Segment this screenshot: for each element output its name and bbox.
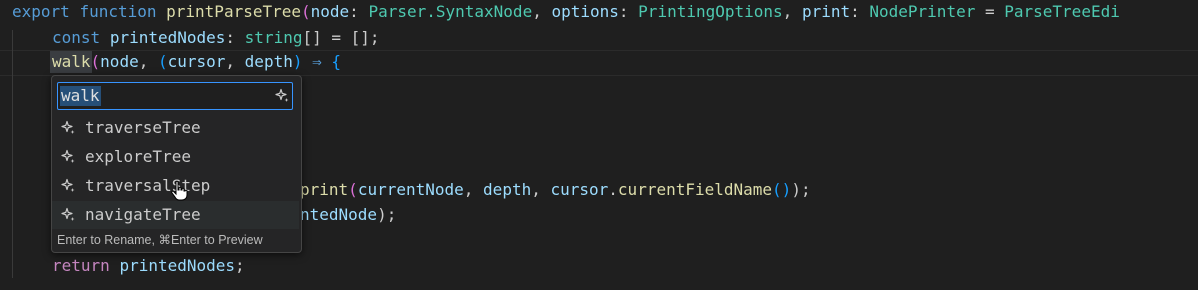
sparkle-icon — [61, 120, 75, 134]
colon: : — [850, 2, 870, 21]
suggestion-label: exploreTree — [85, 147, 191, 166]
colon: : — [225, 28, 245, 47]
comma: , — [532, 2, 552, 21]
rename-hint: Enter to Rename, ⌘Enter to Preview — [57, 233, 263, 247]
type-printingoptions: PrintingOptions — [638, 2, 783, 21]
suggestion-label: traversalStep — [85, 176, 211, 195]
variable-printednodes: printedNodes — [109, 28, 226, 47]
sparkle-icon — [61, 178, 75, 192]
equals: = — [975, 2, 1005, 21]
type-syntaxnode: Parser.SyntaxNode — [368, 2, 533, 21]
paren: ( — [157, 52, 168, 71]
param-options: options — [551, 2, 619, 21]
code-line-6[interactable]: print(currentNode, depth, cursor.current… — [300, 178, 811, 202]
comma: , — [531, 180, 551, 199]
rename-suggestion[interactable]: traverseTree — [52, 114, 299, 142]
dot: . — [608, 180, 618, 199]
variable-printednodes: printedNodes — [119, 256, 236, 275]
paren: ( — [90, 52, 101, 71]
code-line-1[interactable]: export function printParseTree(node: Par… — [12, 0, 1120, 24]
default-value: ParseTreeEdi — [1004, 2, 1120, 21]
suggestion-label: navigateTree — [85, 205, 201, 224]
code-line-7[interactable]: ntedNode); — [300, 203, 396, 227]
rename-input-value[interactable]: walk — [60, 86, 101, 106]
keyword-const: const — [52, 28, 101, 47]
array-init: [] = []; — [302, 28, 380, 47]
code-line-3[interactable]: walk(node, (cursor, depth) ⇒ { — [52, 50, 341, 74]
brace: { — [331, 52, 342, 71]
param-cursor: cursor — [167, 52, 226, 71]
close: ); — [791, 180, 811, 199]
comma: , — [463, 180, 484, 199]
rename-suggestion[interactable]: exploreTree — [52, 143, 299, 171]
rename-suggestion[interactable]: navigateTree — [52, 201, 299, 229]
keyword-export: export — [12, 2, 70, 21]
param-depth: depth — [244, 52, 293, 71]
keyword-function: function — [79, 2, 157, 21]
paren: ( — [301, 2, 311, 21]
arrow: ⇒ — [302, 52, 332, 71]
type-string: string — [244, 28, 303, 47]
keyword-return: return — [52, 256, 110, 275]
type-nodeprinter: NodePrinter — [869, 2, 976, 21]
comma: , — [138, 52, 158, 71]
colon: : — [349, 2, 369, 21]
comma: , — [782, 2, 802, 21]
close: ); — [377, 205, 397, 224]
sparkle-icon[interactable] — [274, 88, 290, 104]
semicolon: ; — [235, 256, 245, 275]
arg-node: node — [100, 52, 139, 71]
param-node: node — [310, 2, 350, 21]
hand-pointer-icon — [171, 180, 188, 201]
method-currentfieldname: currentFieldName — [617, 180, 773, 199]
sparkle-icon — [61, 149, 75, 163]
code-line-2[interactable]: const printedNodes: string[] = []; — [52, 26, 380, 50]
param-print: print — [801, 2, 851, 21]
arg-cursor: cursor — [550, 180, 609, 199]
paren: ( — [348, 180, 358, 199]
function-name: printParseTree — [166, 2, 301, 21]
comma: , — [225, 52, 245, 71]
function-call-print: print — [300, 180, 349, 199]
rename-input[interactable]: walk — [57, 82, 293, 110]
call-parens: () — [772, 180, 792, 199]
rename-widget[interactable]: walk traverseTree exploreTree traversalS… — [51, 75, 302, 253]
arg-currentnode: currentNode — [357, 180, 464, 199]
suggestion-label: traverseTree — [85, 118, 201, 137]
function-call-walk[interactable]: walk — [52, 52, 91, 71]
colon: : — [618, 2, 639, 21]
sparkle-icon — [61, 207, 75, 221]
code-line-9[interactable]: return printedNodes; — [52, 254, 245, 278]
indent-guide — [12, 30, 13, 278]
arg-depth: depth — [483, 180, 532, 199]
variable-partial: ntedNode — [300, 205, 378, 224]
